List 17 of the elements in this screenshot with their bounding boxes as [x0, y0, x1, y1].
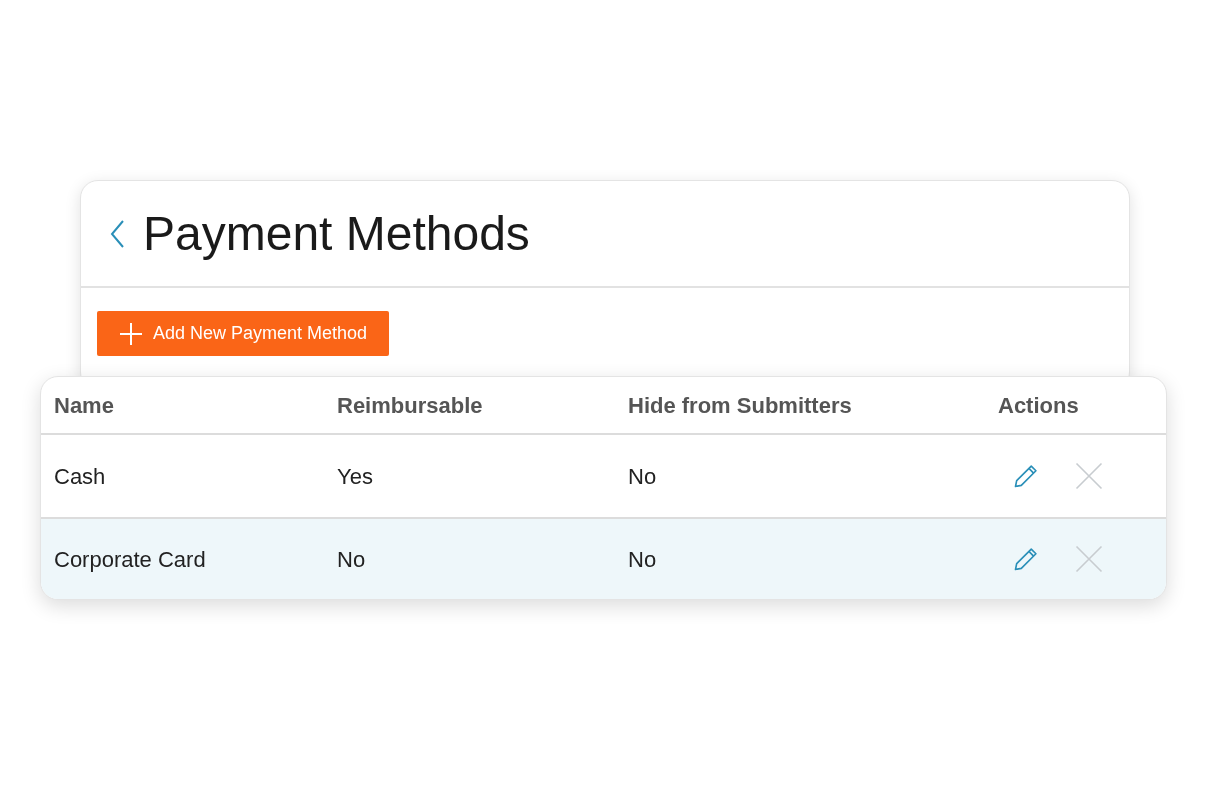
table-row[interactable]: Cash Yes No — [41, 435, 1166, 517]
pencil-icon[interactable] — [1012, 462, 1040, 490]
table-cell: Yes — [337, 463, 373, 489]
back-icon[interactable] — [109, 218, 125, 249]
table-cell: No — [337, 546, 366, 572]
pencil-icon[interactable] — [1012, 545, 1040, 573]
table-cell: No — [628, 546, 657, 572]
column-header: Hide from Submitters — [628, 392, 852, 418]
column-header: Reimbursable — [337, 392, 483, 418]
table-row[interactable]: Corporate Card No No — [41, 517, 1166, 599]
page-title: Payment Methods — [143, 205, 530, 262]
table-cell: Corporate Card — [54, 546, 206, 572]
column-header: Actions — [998, 392, 1079, 418]
column-header: Name — [54, 392, 114, 418]
table-cell: No — [628, 463, 657, 489]
plus-icon — [119, 321, 143, 346]
table-cell: Cash — [54, 463, 106, 489]
